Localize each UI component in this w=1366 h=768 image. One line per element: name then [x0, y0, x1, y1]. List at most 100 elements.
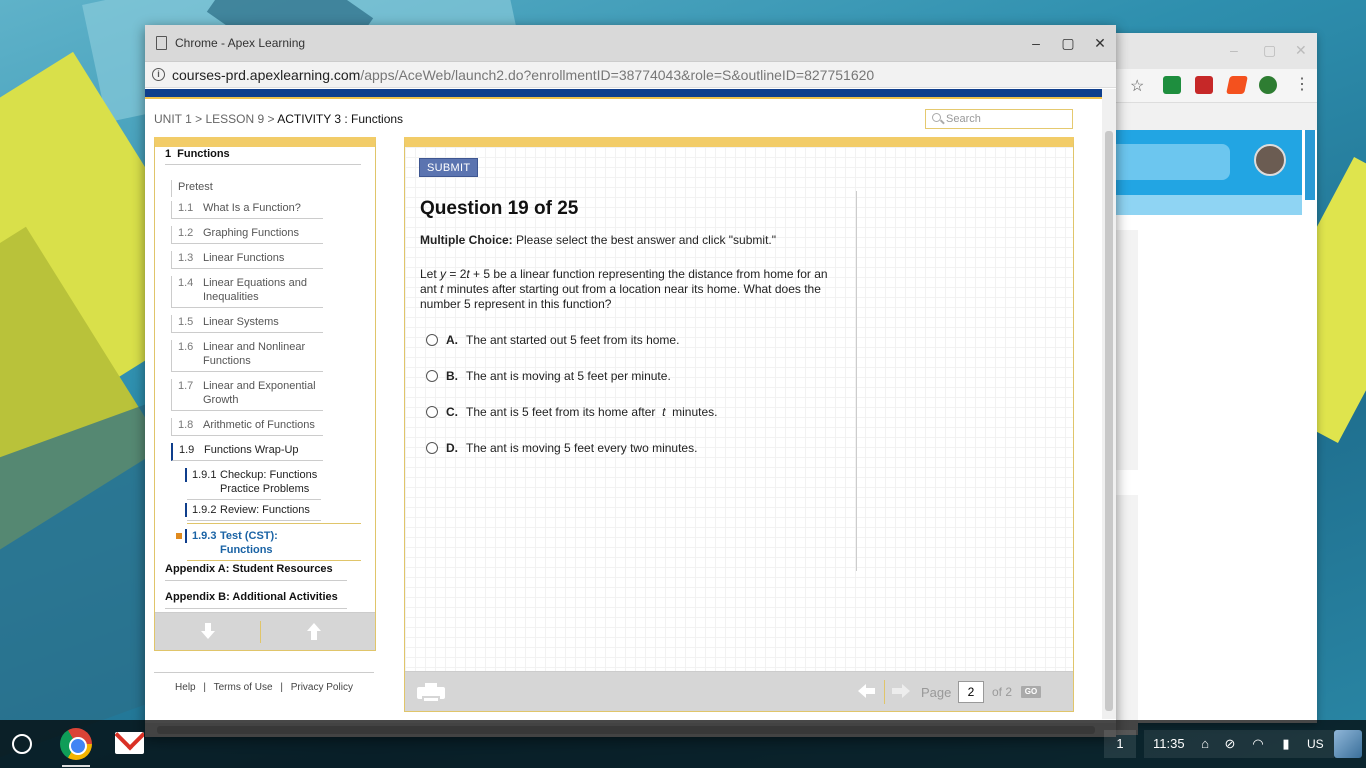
sidebar-item-number: 1.5: [178, 316, 194, 328]
background-window-titlebar[interactable]: – ▢ ✕: [1110, 33, 1317, 69]
minimize-icon[interactable]: –: [1230, 42, 1238, 58]
vertical-scrollbar[interactable]: [1102, 89, 1116, 719]
background-window-scrollbar[interactable]: [1305, 130, 1315, 200]
breadcrumb-activity: ACTIVITY 3 : Functions: [277, 112, 404, 126]
status-tray[interactable]: 11:35 ⌂ ⊘ ◠ ▮ US: [1144, 730, 1334, 758]
next-page-icon[interactable]: [892, 684, 910, 698]
sidebar-item-label: Pretest: [178, 181, 213, 193]
arrow-up-icon[interactable]: [307, 623, 321, 641]
sidebar-item-number: 1.9.2: [192, 504, 217, 516]
sidebar-appendix-a[interactable]: Appendix A: Student Resources: [165, 563, 347, 581]
close-button[interactable]: ✕: [1089, 32, 1111, 54]
url-path: /apps/AceWeb/launch2.do?enrollmentID=387…: [360, 67, 875, 83]
unit-heading[interactable]: 1 Functions: [165, 148, 361, 165]
sidebar-item-1-7[interactable]: 1.7 Linear and Exponential Growth: [171, 379, 323, 411]
document-icon: [156, 36, 167, 50]
classroom-extension-icon[interactable]: [1163, 76, 1181, 94]
close-icon[interactable]: ✕: [1295, 42, 1307, 59]
sidebar-item-label: Functions Wrap-Up: [204, 444, 299, 456]
radio-button[interactable]: [426, 406, 438, 418]
launcher-button[interactable]: [8, 730, 36, 758]
sidebar-subitem-1-9-3-active[interactable]: 1.9.3 Test (CST): Functions: [176, 523, 361, 561]
question-title: Question 19 of 25: [420, 198, 579, 219]
sidebar-item-number: 1.1: [178, 202, 194, 214]
window-titlebar[interactable]: Chrome - Apex Learning – ▢ ✕: [145, 25, 1116, 62]
sidebar-subitem-1-9-1[interactable]: 1.9.1 Checkup: Functions Practice Proble…: [185, 468, 321, 500]
breadcrumb: UNIT 1 > LESSON 9 > ACTIVITY 3 : Functio…: [154, 112, 403, 126]
chrome-icon[interactable]: [60, 728, 92, 760]
choice-b[interactable]: B. The ant is moving at 5 feet per minut…: [426, 369, 671, 383]
battery-icon: ▮: [1282, 736, 1290, 751]
breadcrumb-separator: >: [195, 112, 203, 126]
page-total: of 2: [992, 685, 1013, 699]
sidebar-subitem-marker: [185, 503, 187, 517]
header-strip: [145, 89, 1102, 99]
bookmark-extension-icon[interactable]: [1226, 76, 1248, 94]
avatar[interactable]: [1254, 144, 1286, 176]
site-info-icon[interactable]: i: [152, 68, 165, 81]
sidebar-item-label: Arithmetic of Functions: [203, 419, 315, 431]
sidebar-item-1-5[interactable]: 1.5 Linear Systems: [171, 315, 323, 333]
radio-button[interactable]: [426, 370, 438, 382]
sidebar-item-number: 1.9.1: [192, 469, 217, 481]
footer-links: Help | Terms of Use | Privacy Policy: [154, 672, 374, 695]
search-pill[interactable]: [1110, 144, 1230, 180]
notification-badge[interactable]: 1: [1104, 730, 1136, 758]
submit-button[interactable]: SUBMIT: [419, 158, 479, 177]
maximize-button[interactable]: ▢: [1057, 32, 1079, 54]
minimize-button[interactable]: –: [1025, 32, 1047, 54]
power-extension-icon[interactable]: [1259, 76, 1277, 94]
notifications-off-icon: ⊘: [1224, 736, 1236, 751]
help-link[interactable]: Help: [175, 682, 196, 693]
sidebar-item-1-6[interactable]: 1.6 Linear and Nonlinear Functions: [171, 340, 323, 372]
printer-icon[interactable]: [417, 681, 445, 703]
user-avatar[interactable]: [1334, 730, 1362, 758]
arrow-down-icon[interactable]: [201, 623, 215, 641]
sidebar-item-number: 1.9: [179, 444, 195, 456]
choice-c[interactable]: C. The ant is 5 feet from its home after…: [426, 405, 717, 419]
sidebar-item-1-8[interactable]: 1.8 Arithmetic of Functions: [171, 418, 323, 436]
book-extension-icon[interactable]: [1195, 76, 1213, 94]
search-icon: [932, 113, 941, 122]
search-box[interactable]: [925, 109, 1073, 129]
footer-separator: |: [280, 682, 283, 693]
sidebar-item-number: 1.6: [178, 341, 194, 353]
star-icon[interactable]: ☆: [1130, 76, 1144, 96]
url-text[interactable]: courses-prd.apexlearning.com/apps/AceWeb…: [172, 67, 874, 83]
choice-d[interactable]: D. The ant is moving 5 feet every two mi…: [426, 441, 697, 455]
sidebar-item-pretest[interactable]: Pretest: [171, 180, 281, 197]
sidebar-item-label: Linear Equations and Inequalities: [203, 277, 307, 303]
privacy-link[interactable]: Privacy Policy: [291, 682, 353, 693]
panel-divider: [856, 191, 857, 571]
sidebar-item-number: 1.4: [178, 277, 194, 289]
apex-page: UNIT 1 > LESSON 9 > ACTIVITY 3 : Functio…: [145, 89, 1102, 737]
sidebar-item-number: 1.9.3: [192, 530, 217, 542]
background-chrome-window[interactable]: – ▢ ✕ ☆ ⋮: [1110, 33, 1317, 735]
terms-link[interactable]: Terms of Use: [214, 682, 273, 693]
sidebar-item-1-3[interactable]: 1.3 Linear Functions: [171, 251, 323, 269]
go-button[interactable]: GO: [1021, 686, 1041, 698]
sidebar-item-1-1[interactable]: 1.1 What Is a Function?: [171, 201, 323, 219]
sidebar-item-1-2[interactable]: 1.2 Graphing Functions: [171, 226, 323, 244]
previous-page-icon[interactable]: [858, 684, 876, 698]
radio-button[interactable]: [426, 442, 438, 454]
address-bar[interactable]: i courses-prd.apexlearning.com/apps/AceW…: [145, 62, 1116, 88]
sidebar-appendix-b[interactable]: Appendix B: Additional Activities: [165, 591, 347, 609]
gmail-icon[interactable]: [115, 732, 144, 754]
choice-letter: C.: [446, 405, 458, 419]
choice-a[interactable]: A. The ant started out 5 feet from its h…: [426, 333, 679, 347]
sidebar-subitem-1-9-2[interactable]: 1.9.2 Review: Functions: [185, 503, 321, 521]
search-input[interactable]: [946, 112, 1066, 126]
page-number-input[interactable]: [958, 681, 984, 703]
breadcrumb-lesson[interactable]: LESSON 9: [206, 112, 265, 126]
sidebar-item-1-9[interactable]: 1.9 Functions Wrap-Up: [171, 443, 323, 461]
sidebar-item-1-4[interactable]: 1.4 Linear Equations and Inequalities: [171, 276, 323, 308]
sidebar-item-number: 1.2: [178, 227, 194, 239]
menu-dots-icon[interactable]: ⋮: [1294, 74, 1310, 94]
sidebar-item-label: What Is a Function?: [203, 202, 301, 214]
radio-button[interactable]: [426, 334, 438, 346]
breadcrumb-unit[interactable]: UNIT 1: [154, 112, 192, 126]
sidebar-item-label: Linear Systems: [203, 316, 279, 328]
scrollbar-thumb[interactable]: [1105, 131, 1113, 711]
maximize-icon[interactable]: ▢: [1263, 42, 1276, 59]
